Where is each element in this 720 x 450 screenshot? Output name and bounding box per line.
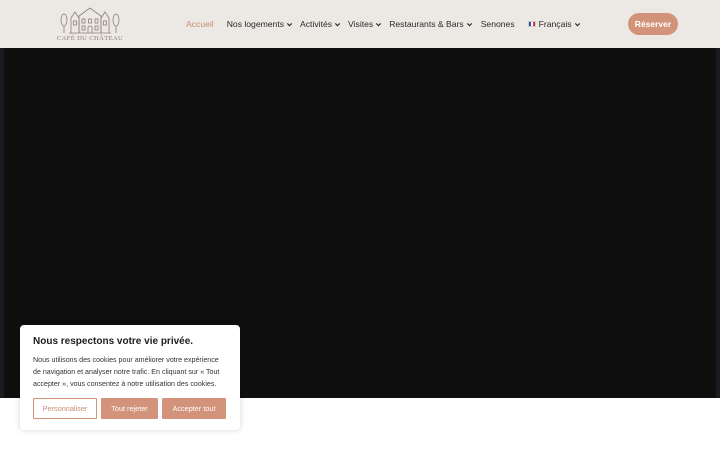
nav-item-label: Accueil (186, 19, 214, 29)
nav-item-label: Restaurants & Bars (389, 19, 464, 29)
nav-item-senones[interactable]: Senones (481, 0, 515, 48)
site-header: CAFÉ DU CHÂTEAU Accueil Nos logements Ac… (0, 0, 720, 48)
cookie-customize-button[interactable]: Personnaliser (33, 398, 97, 419)
nav-item-restaurants-bars[interactable]: Restaurants & Bars (389, 0, 473, 48)
cookie-accept-button[interactable]: Accepter tout (162, 398, 226, 419)
site-logo[interactable]: CAFÉ DU CHÂTEAU (56, 6, 124, 42)
cookie-description: Nous utilisons des cookies pour améliore… (33, 356, 220, 388)
cookie-actions: Personnaliser Tout rejeter Accepter tout (33, 398, 226, 419)
chevron-down-icon (334, 22, 341, 26)
chevron-down-icon (376, 22, 382, 26)
logo-text: CAFÉ DU CHÂTEAU (56, 35, 124, 42)
chevron-down-icon (286, 22, 293, 26)
nav-item-accueil[interactable]: Accueil (186, 0, 214, 48)
nav-item-label: Senones (480, 19, 515, 29)
chateau-logo-icon (60, 7, 120, 34)
chevron-down-icon (574, 22, 580, 26)
main-nav: Accueil Nos logements Activités Visites … (186, 0, 581, 48)
nav-item-nos-logements[interactable]: Nos logements (227, 0, 293, 48)
page: CAFÉ DU CHÂTEAU Accueil Nos logements Ac… (0, 0, 720, 450)
nav-item-label: Visites (348, 19, 374, 29)
cookie-reject-button[interactable]: Tout rejeter (101, 398, 158, 419)
language-label: Français (538, 19, 572, 29)
nav-item-label: Nos logements (226, 19, 285, 29)
hero-edge-left (0, 48, 4, 398)
language-switcher[interactable]: Français (527, 0, 581, 48)
nav-item-visites[interactable]: Visites (348, 0, 382, 48)
hero-edge-right (716, 48, 720, 398)
reserve-button[interactable]: Réserver (628, 13, 678, 35)
nav-item-activites[interactable]: Activités (300, 0, 341, 48)
chevron-down-icon (466, 22, 472, 26)
french-flag-icon (527, 21, 536, 27)
cookie-consent-banner: Nous respectons votre vie privée. Nous u… (20, 325, 240, 430)
nav-item-label: Activités (300, 19, 333, 29)
cookie-title: Nous respectons votre vie privée. (33, 336, 194, 347)
